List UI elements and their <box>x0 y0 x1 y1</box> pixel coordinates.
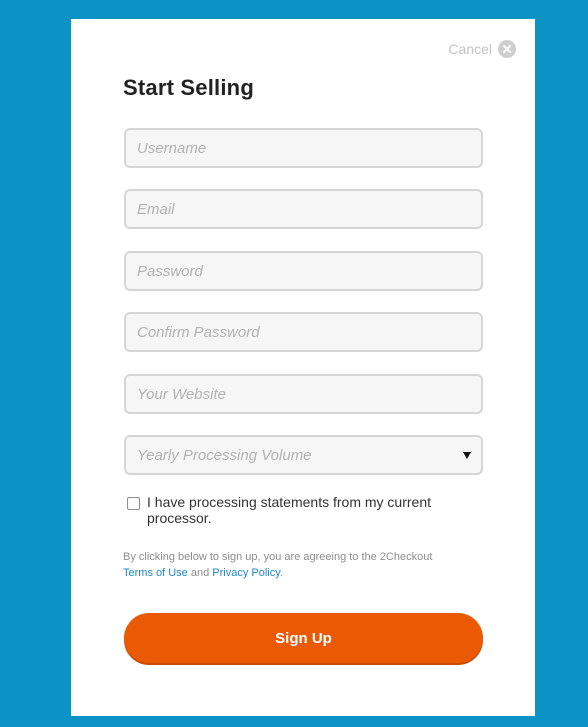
email-input[interactable] <box>124 189 483 229</box>
statements-checkbox-label[interactable]: I have processing statements from my cur… <box>147 494 487 526</box>
dropdown-arrow-icon <box>463 451 471 459</box>
username-input[interactable] <box>124 128 483 168</box>
legal-text: By clicking below to sign up, you are ag… <box>123 551 433 563</box>
cancel-button[interactable]: Cancel <box>448 40 516 58</box>
sign-up-button[interactable]: Sign Up <box>124 613 483 663</box>
legal-period: . <box>279 567 283 579</box>
yearly-volume-select[interactable]: Yearly Processing Volume <box>124 435 483 475</box>
page-title: Start Selling <box>123 75 254 100</box>
close-circle-icon[interactable] <box>498 40 516 58</box>
yearly-volume-selected: Yearly Processing Volume <box>137 446 312 464</box>
signup-modal: Cancel Start Selling Yearly Processing V… <box>71 19 535 716</box>
confirm-password-input[interactable] <box>124 312 483 352</box>
privacy-policy-link[interactable]: Privacy Policy <box>212 567 280 579</box>
legal-connector: and <box>190 567 210 579</box>
website-input[interactable] <box>124 374 483 414</box>
terms-of-use-link[interactable]: Terms of Use <box>123 567 188 579</box>
statements-checkbox[interactable] <box>127 497 140 510</box>
legal-notice: By clicking below to sign up, you are ag… <box>123 549 503 581</box>
cancel-label: Cancel <box>448 41 492 57</box>
password-input[interactable] <box>124 251 483 291</box>
statements-option: I have processing statements from my cur… <box>127 494 487 526</box>
